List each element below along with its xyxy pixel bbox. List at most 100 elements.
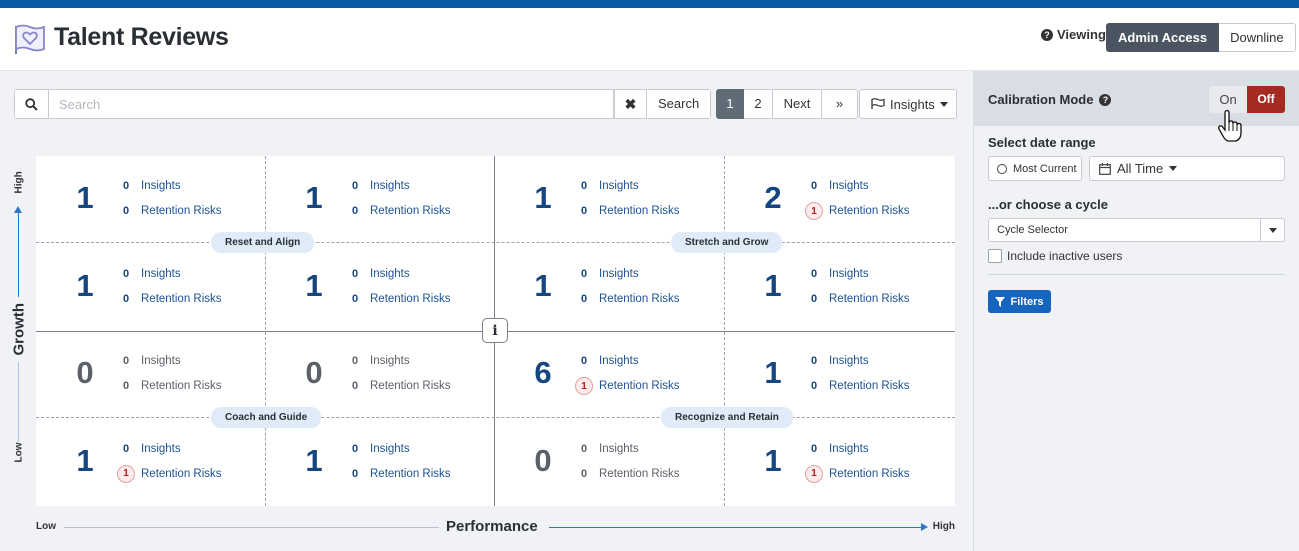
retention-risks-row[interactable]: 0 Retention Risks xyxy=(117,202,222,220)
include-inactive-checkbox[interactable] xyxy=(988,249,1002,263)
retention-risks-link[interactable]: Retention Risks xyxy=(599,293,680,305)
retention-risks-row[interactable]: 0 Retention Risks xyxy=(117,377,222,395)
retention-risks-link[interactable]: Retention Risks xyxy=(370,380,451,392)
insights-row[interactable]: 0 Insights xyxy=(805,352,869,370)
grid-cell[interactable]: 0 0 Insights 0 Retention Risks xyxy=(36,331,265,417)
retention-risks-link[interactable]: Retention Risks xyxy=(829,380,910,392)
insights-row[interactable]: 0 Insights xyxy=(117,265,181,283)
retention-risks-row[interactable]: 0 Retention Risks xyxy=(346,290,451,308)
retention-risks-link[interactable]: Retention Risks xyxy=(829,293,910,305)
retention-risks-row[interactable]: 0 Retention Risks xyxy=(805,377,910,395)
grid-cell[interactable]: 1 0 Insights 0 Retention Risks xyxy=(494,156,723,242)
insights-row[interactable]: 0 Insights xyxy=(575,177,639,195)
employee-count[interactable]: 1 xyxy=(294,180,334,216)
retention-risks-link[interactable]: Retention Risks xyxy=(141,293,222,305)
employee-count[interactable]: 1 xyxy=(65,268,105,304)
retention-risks-link[interactable]: Retention Risks xyxy=(599,205,680,217)
grid-cell[interactable]: 1 0 Insights 0 Retention Risks xyxy=(724,331,953,417)
cycle-selector[interactable]: Cycle Selector xyxy=(988,218,1285,242)
insights-link[interactable]: Insights xyxy=(829,443,869,455)
employee-count[interactable]: 1 xyxy=(523,268,563,304)
insights-link[interactable]: Insights xyxy=(829,355,869,367)
employee-count[interactable]: 1 xyxy=(294,443,334,479)
retention-risks-row[interactable]: 0 Retention Risks xyxy=(575,202,680,220)
retention-risks-row[interactable]: 1 Retention Risks xyxy=(805,464,910,483)
retention-risks-link[interactable]: Retention Risks xyxy=(370,205,451,217)
downline-button[interactable]: Downline xyxy=(1219,23,1296,52)
insights-row[interactable]: 0 Insights xyxy=(117,440,181,458)
retention-risks-row[interactable]: 0 Retention Risks xyxy=(117,290,222,308)
grid-cell[interactable]: 1 0 Insights 1 Retention Risks xyxy=(724,417,953,506)
filters-button[interactable]: Filters xyxy=(988,290,1051,313)
retention-risks-link[interactable]: Retention Risks xyxy=(599,468,680,480)
insights-link[interactable]: Insights xyxy=(370,268,410,280)
help-icon[interactable]: ? xyxy=(1041,28,1053,41)
retention-risks-row[interactable]: 0 Retention Risks xyxy=(575,465,680,483)
insights-link[interactable]: Insights xyxy=(599,355,639,367)
calibration-off-button[interactable]: Off xyxy=(1247,86,1285,113)
grid-cell[interactable]: 0 0 Insights 0 Retention Risks xyxy=(265,331,494,417)
insights-link[interactable]: Insights xyxy=(599,180,639,192)
retention-risks-link[interactable]: Retention Risks xyxy=(829,205,910,217)
insights-dropdown[interactable]: Insights xyxy=(859,89,957,119)
grid-cell[interactable]: 0 0 Insights 0 Retention Risks xyxy=(494,417,723,506)
admin-access-button[interactable]: Admin Access xyxy=(1106,23,1220,52)
employee-count[interactable]: 2 xyxy=(753,180,793,216)
most-current-button[interactable]: Most Current xyxy=(988,156,1082,181)
insights-row[interactable]: 0 Insights xyxy=(346,177,410,195)
grid-cell[interactable]: 1 0 Insights 1 Retention Risks xyxy=(36,417,265,506)
insights-link[interactable]: Insights xyxy=(141,180,181,192)
insights-link[interactable]: Insights xyxy=(141,355,181,367)
retention-risks-link[interactable]: Retention Risks xyxy=(599,380,680,392)
grid-cell[interactable]: 1 0 Insights 0 Retention Risks xyxy=(36,242,265,331)
grid-cell[interactable]: 2 0 Insights 1 Retention Risks xyxy=(724,156,953,242)
insights-link[interactable]: Insights xyxy=(141,268,181,280)
insights-row[interactable]: 0 Insights xyxy=(346,265,410,283)
insights-link[interactable]: Insights xyxy=(370,180,410,192)
employee-count[interactable]: 1 xyxy=(753,443,793,479)
help-icon[interactable]: ? xyxy=(1099,93,1112,106)
employee-count[interactable]: 1 xyxy=(65,443,105,479)
retention-risks-row[interactable]: 1 Retention Risks xyxy=(805,202,910,220)
employee-count[interactable]: 1 xyxy=(523,180,563,216)
search-icon[interactable] xyxy=(14,89,49,119)
insights-row[interactable]: 0 Insights xyxy=(346,440,410,458)
search-button[interactable]: Search xyxy=(647,89,712,119)
insights-link[interactable]: Insights xyxy=(370,355,410,367)
retention-risks-link[interactable]: Retention Risks xyxy=(370,293,451,305)
next-page-button[interactable]: Next xyxy=(773,89,822,119)
retention-risks-row[interactable]: 1 Retention Risks xyxy=(575,377,680,395)
retention-risks-link[interactable]: Retention Risks xyxy=(370,468,451,480)
retention-risks-row[interactable]: 0 Retention Risks xyxy=(575,290,680,308)
employee-count[interactable]: 1 xyxy=(753,355,793,391)
grid-cell[interactable]: 1 0 Insights 0 Retention Risks xyxy=(494,242,723,331)
info-icon[interactable]: i xyxy=(482,318,508,343)
retention-risks-link[interactable]: Retention Risks xyxy=(829,468,910,480)
retention-risks-link[interactable]: Retention Risks xyxy=(141,468,222,480)
insights-link[interactable]: Insights xyxy=(370,443,410,455)
insights-row[interactable]: 0 Insights xyxy=(575,265,639,283)
insights-row[interactable]: 0 Insights xyxy=(117,177,181,195)
insights-row[interactable]: 0 Insights xyxy=(805,177,869,195)
grid-cell[interactable]: 1 0 Insights 0 Retention Risks xyxy=(36,156,265,242)
employee-count[interactable]: 6 xyxy=(523,355,563,391)
employee-count[interactable]: 0 xyxy=(65,355,105,391)
insights-row[interactable]: 0 Insights xyxy=(346,352,410,370)
insights-row[interactable]: 0 Insights xyxy=(805,265,869,283)
insights-row[interactable]: 0 Insights xyxy=(575,352,639,370)
cycle-selector-value[interactable]: Cycle Selector xyxy=(988,218,1261,242)
employee-count[interactable]: 0 xyxy=(523,443,563,479)
insights-row[interactable]: 0 Insights xyxy=(575,440,639,458)
insights-link[interactable]: Insights xyxy=(599,268,639,280)
include-inactive-label[interactable]: Include inactive users xyxy=(1007,249,1122,263)
employee-count[interactable]: 1 xyxy=(65,180,105,216)
employee-count[interactable]: 1 xyxy=(753,268,793,304)
insights-link[interactable]: Insights xyxy=(829,180,869,192)
cycle-selector-toggle[interactable] xyxy=(1261,218,1285,242)
employee-count[interactable]: 1 xyxy=(294,268,334,304)
retention-risks-link[interactable]: Retention Risks xyxy=(141,380,222,392)
insights-link[interactable]: Insights xyxy=(829,268,869,280)
grid-cell[interactable]: 1 0 Insights 0 Retention Risks xyxy=(265,156,494,242)
page-2-button[interactable]: 2 xyxy=(744,89,773,119)
retention-risks-row[interactable]: 0 Retention Risks xyxy=(346,202,451,220)
